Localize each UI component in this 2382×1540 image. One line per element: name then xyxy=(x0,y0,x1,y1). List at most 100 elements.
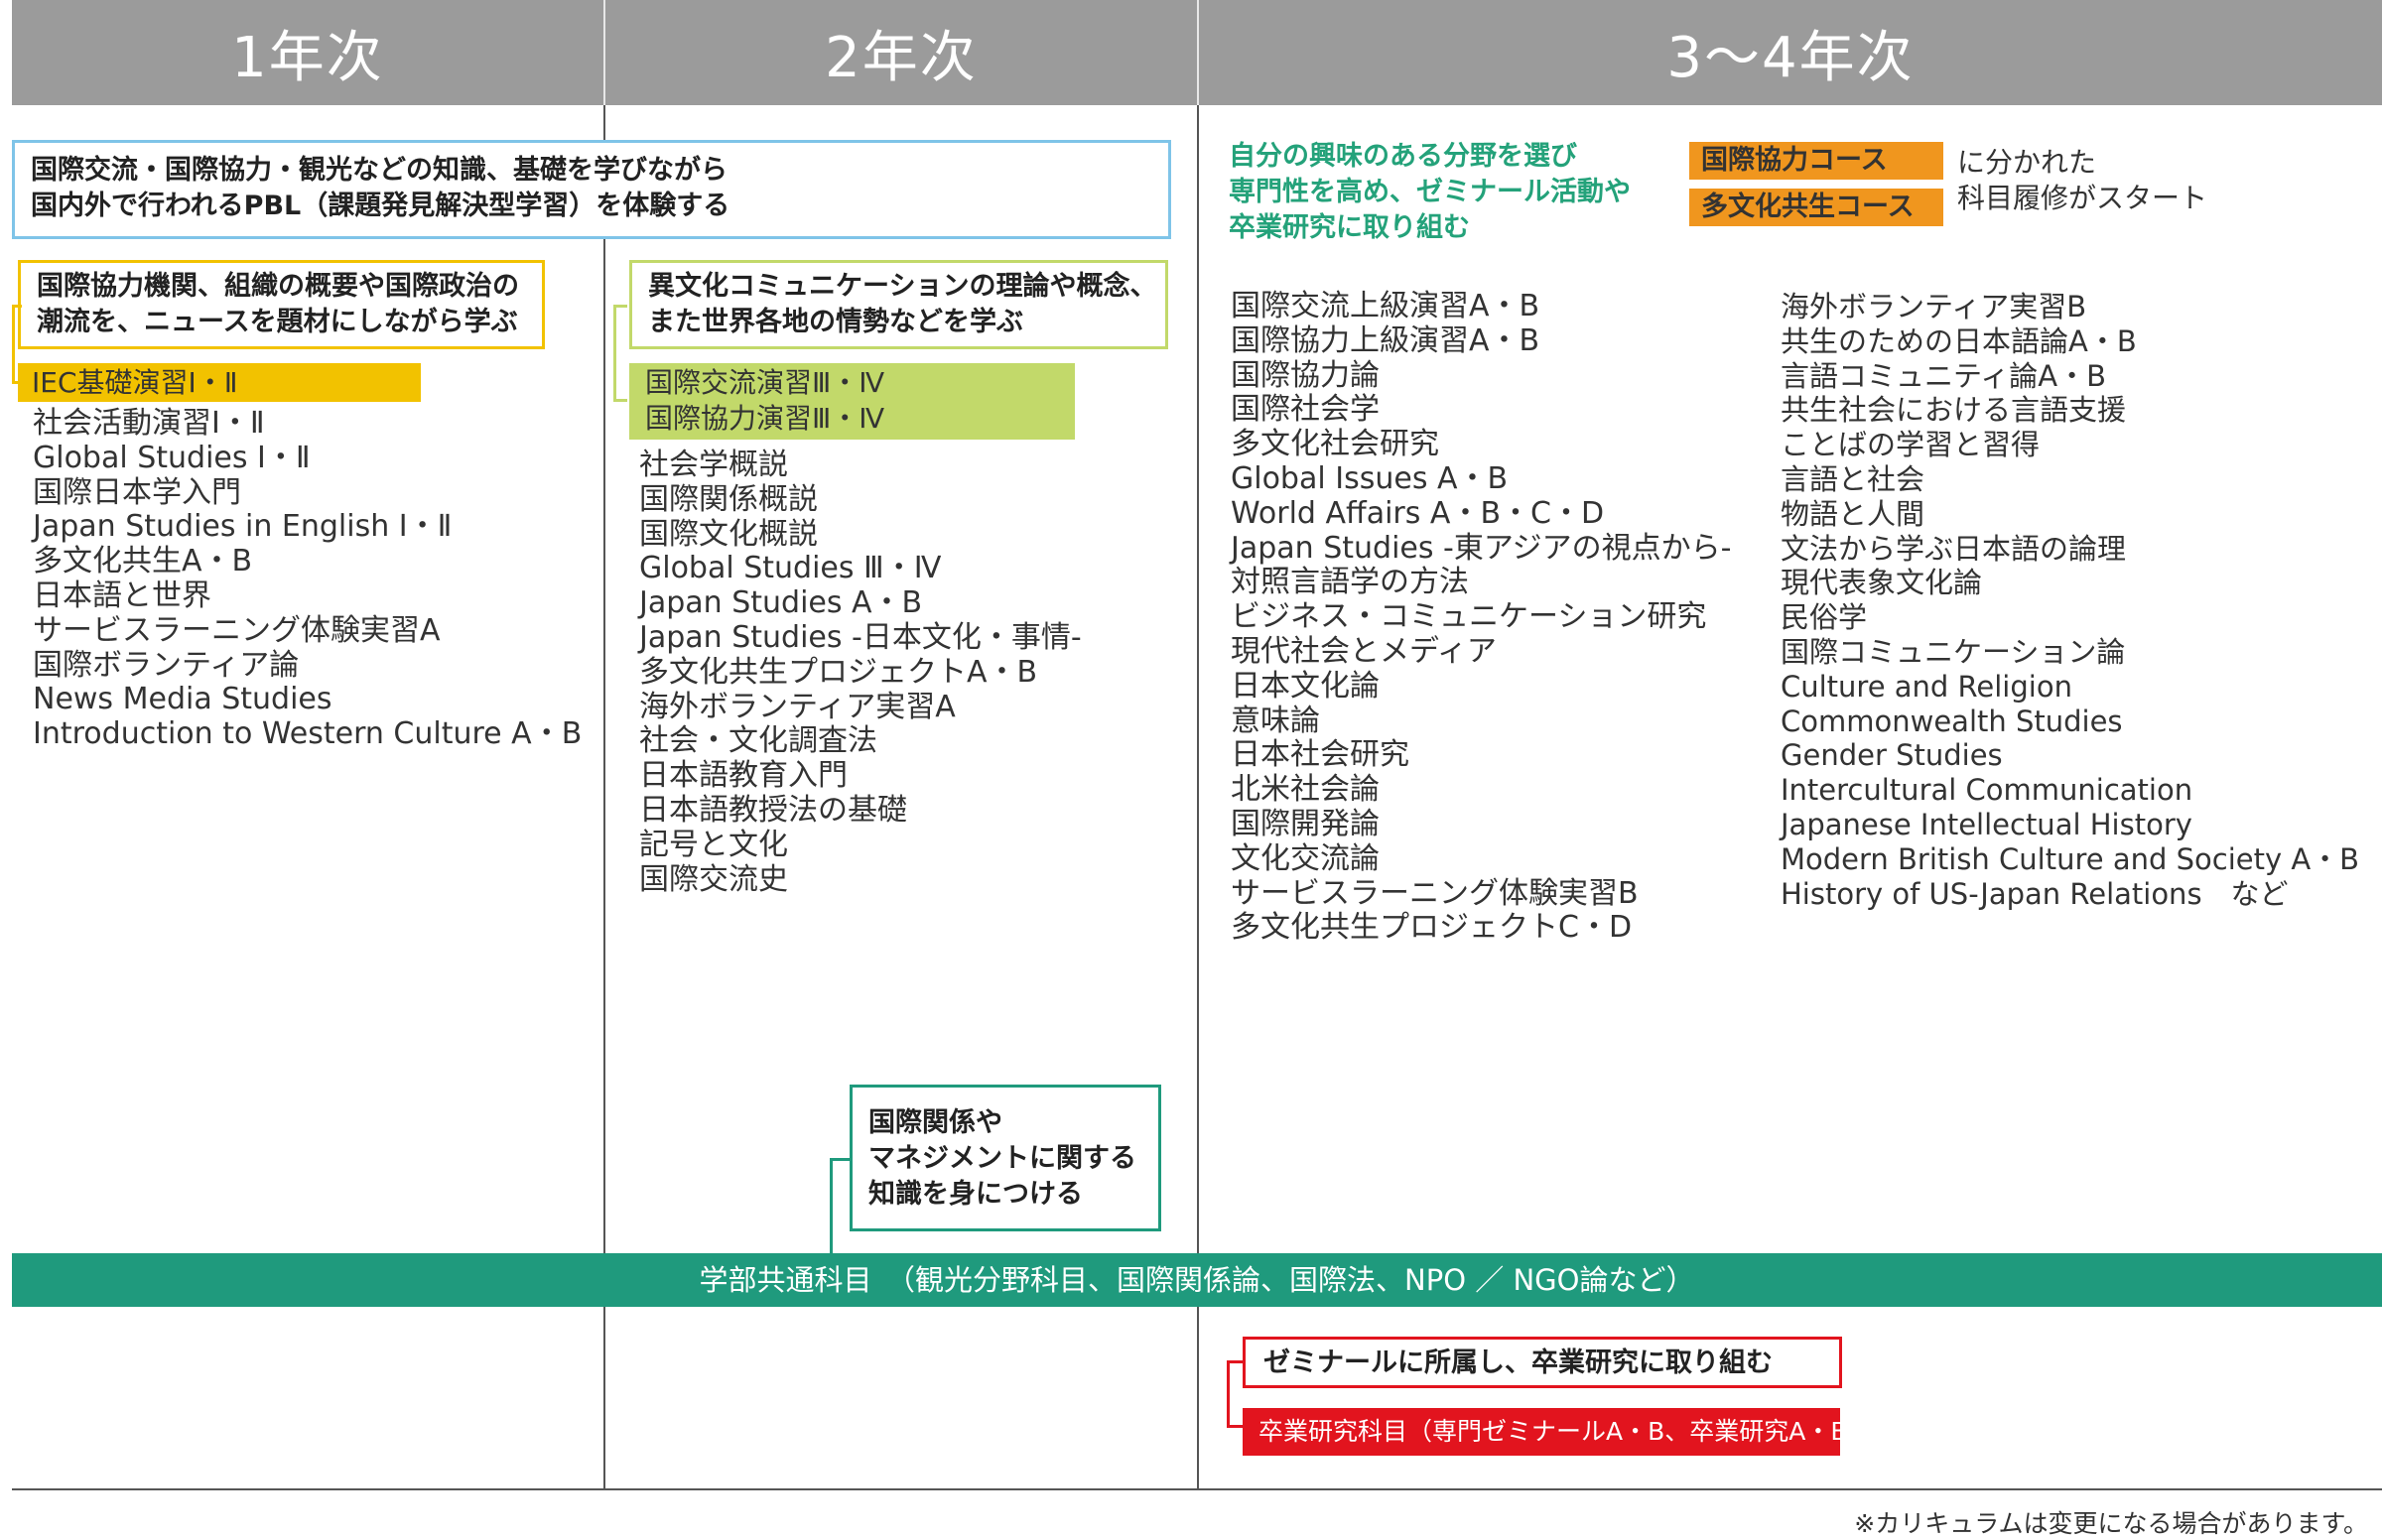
management-connector xyxy=(830,1158,852,1257)
course-item: 文化交流論 xyxy=(1231,840,1380,876)
year2-callout: 異文化コミュニケーションの理論や概念、 また世界各地の情勢などを学ぶ xyxy=(629,260,1168,349)
intro-box: 国際交流・国際協力・観光などの知識、基礎を学びながら 国内外で行われるPBL（課… xyxy=(12,140,1171,239)
course-item: 多文化社会研究 xyxy=(1231,427,1439,462)
course-item: 日本語教育入門 xyxy=(639,758,848,794)
course-tag-multicultural: 多文化共生コース xyxy=(1689,189,1943,226)
course-item: News Media Studies xyxy=(33,682,332,717)
callout-line: 潮流を、ニュースを題材にしながら学ぶ xyxy=(37,307,518,337)
course-item: 現代社会とメディア xyxy=(1231,633,1497,669)
course-split-note: に分かれた 科目履修がスタート xyxy=(1957,145,2207,216)
callout-line: 国際関係や xyxy=(868,1107,1002,1138)
year34-course-list-left: 国際交流上級演習A・B 国際協力上級演習A・B 国際協力論 国際社会学 多文化社… xyxy=(1231,289,1732,946)
course-item: 多文化共生プロジェクトA・B xyxy=(639,654,1038,690)
course-item: 国際コミュニケーション論 xyxy=(1781,634,2126,669)
intro-line: 国際交流・国際協力・観光などの知識、基礎を学びながら xyxy=(31,155,728,186)
course-item: 共生のための日本語論A・B xyxy=(1781,323,2137,358)
bottom-rule xyxy=(12,1488,2382,1490)
footnote: ※カリキュラムは変更になる場合があります。 xyxy=(1854,1509,2368,1538)
course-item: Gender Studies xyxy=(1781,738,2003,773)
course-item: 社会活動演習Ⅰ・Ⅱ xyxy=(33,406,265,441)
course-item: 文法から学ぶ日本語の論理 xyxy=(1781,531,2127,566)
year2-bracket xyxy=(613,305,627,402)
course-item: Japan Studies in English Ⅰ・Ⅱ xyxy=(33,509,453,545)
course-item: History of US-Japan Relations など xyxy=(1781,876,2289,911)
course-item: 言語と社会 xyxy=(1781,461,1925,496)
course-item: 日本文化論 xyxy=(1231,668,1380,704)
course-item: 国際協力上級演習A・B xyxy=(1231,322,1540,358)
course-item: 多文化共生A・B xyxy=(33,544,253,579)
year1-highlight: IEC基礎演習Ⅰ・Ⅱ xyxy=(18,363,421,402)
header-year34: 3～4年次 xyxy=(1666,25,1915,90)
course-item: Culture and Religion xyxy=(1781,669,2072,704)
course-item: Japanese Intellectual History xyxy=(1781,807,2192,841)
course-item: 民俗学 xyxy=(1781,600,1868,635)
course-item: 言語コミュニティ論A・B xyxy=(1781,358,2106,393)
course-item: 対照言語学の方法 xyxy=(1231,565,1469,600)
highlight-line: 国際交流演習Ⅲ・Ⅳ xyxy=(645,366,885,399)
course-item: 意味論 xyxy=(1231,703,1320,738)
year1-callout: 国際協力機関、組織の概要や国際政治の 潮流を、ニュースを題材にしながら学ぶ xyxy=(18,260,545,349)
management-callout: 国際関係や マネジメントに関する 知識を身につける xyxy=(850,1085,1161,1231)
course-item: 海外ボランティア実習A xyxy=(639,689,956,724)
course-item: Modern British Culture and Society A・B xyxy=(1781,841,2360,876)
callout-line: マネジメントに関する xyxy=(868,1143,1136,1174)
course-item: 国際開発論 xyxy=(1231,806,1380,841)
course-item: 日本語と世界 xyxy=(33,578,211,613)
course-item: Japan Studies -東アジアの視点から- xyxy=(1231,530,1732,566)
course-item: 現代表象文化論 xyxy=(1781,566,1983,600)
year2-course-list: 社会学概説 国際関係概説 国際文化概説 Global Studies Ⅲ・Ⅳ J… xyxy=(639,448,1082,897)
course-item: 国際ボランティア論 xyxy=(33,647,300,683)
year34-intro: 自分の興味のある分野を選び 専門性を高め、ゼミナール活動や 卒業研究に取り組む xyxy=(1229,139,1631,246)
course-item: 日本社会研究 xyxy=(1231,737,1409,773)
header-divider xyxy=(1197,0,1199,105)
highlight-line: 国際協力演習Ⅲ・Ⅳ xyxy=(645,402,885,435)
course-item: Japan Studies A・B xyxy=(639,585,923,621)
course-item: Global Studies Ⅲ・Ⅳ xyxy=(639,551,942,586)
course-item: 記号と文化 xyxy=(639,827,788,862)
course-item: 北米社会論 xyxy=(1231,772,1380,808)
seminar-callout: ゼミナールに所属し、卒業研究に取り組む xyxy=(1243,1337,1842,1388)
course-item: Japan Studies -日本文化・事情- xyxy=(639,619,1082,655)
note-line: に分かれた xyxy=(1957,146,2097,179)
seminar-subjects: 卒業研究科目（専門ゼミナールA・B、卒業研究A・B） xyxy=(1243,1408,1873,1456)
course-item: Introduction to Western Culture A・B xyxy=(33,716,583,752)
course-item: World Affairs A・B・C・D xyxy=(1231,495,1605,531)
course-item: 社会学概説 xyxy=(639,448,788,482)
course-item: サービスラーニング体験実習B xyxy=(1231,875,1639,911)
callout-line: 国際協力機関、組織の概要や国際政治の xyxy=(37,271,519,302)
course-item: Global Issues A・B xyxy=(1231,460,1509,496)
course-item: 日本語教授法の基礎 xyxy=(639,792,907,828)
course-item: 国際社会学 xyxy=(1231,392,1380,428)
course-tag-cooperation: 国際協力コース xyxy=(1689,142,1943,180)
course-item: 国際交流上級演習A・B xyxy=(1231,289,1540,323)
course-item: 共生社会における言語支援 xyxy=(1781,393,2127,428)
header-year2: 2年次 xyxy=(825,25,978,90)
course-item: 国際日本学入門 xyxy=(33,474,241,510)
course-item: 多文化共生プロジェクトC・D xyxy=(1231,910,1633,946)
intro-line: 卒業研究に取り組む xyxy=(1229,212,1470,243)
intro-line: 国内外で行われるPBL（課題発見解決型学習）を体験する xyxy=(31,191,730,221)
course-item: 国際関係概説 xyxy=(639,481,818,517)
callout-line: 知識を身につける xyxy=(868,1179,1083,1210)
header-year1: 1年次 xyxy=(231,25,384,90)
callout-line: また世界各地の情勢などを学ぶ xyxy=(648,307,1023,337)
year34-course-list-right: 海外ボランティア実習B 共生のための日本語論A・B 言語コミュニティ論A・B 共… xyxy=(1781,290,2359,911)
common-subjects-bar: 学部共通科目 （観光分野科目、国際関係論、国際法、NPO ／ NGO論など） xyxy=(12,1253,2382,1307)
year1-course-list: 社会活動演習Ⅰ・Ⅱ Global Studies Ⅰ・Ⅱ 国際日本学入門 Jap… xyxy=(33,406,583,752)
callout-line: 異文化コミュニケーションの理論や概念、 xyxy=(648,271,1157,302)
course-item: サービスラーニング体験実習A xyxy=(33,612,441,648)
course-item: 国際協力論 xyxy=(1231,357,1380,393)
year2-highlight: 国際交流演習Ⅲ・Ⅳ 国際協力演習Ⅲ・Ⅳ xyxy=(629,363,1075,440)
course-item: Global Studies Ⅰ・Ⅱ xyxy=(33,440,311,475)
course-item: 社会・文化調査法 xyxy=(639,723,877,759)
course-item: 物語と人間 xyxy=(1781,496,1925,531)
note-line: 科目履修がスタート xyxy=(1957,182,2208,214)
course-item: 海外ボランティア実習B xyxy=(1781,290,2087,323)
course-item: Commonwealth Studies xyxy=(1781,704,2123,738)
course-item: ビジネス・コミュニケーション研究 xyxy=(1231,599,1707,635)
header-divider xyxy=(603,0,605,105)
course-item: 国際文化概説 xyxy=(639,516,818,552)
course-item: ことばの学習と習得 xyxy=(1781,428,2041,462)
intro-line: 自分の興味のある分野を選び xyxy=(1229,141,1577,172)
intro-line: 専門性を高め、ゼミナール活動や xyxy=(1229,177,1631,207)
